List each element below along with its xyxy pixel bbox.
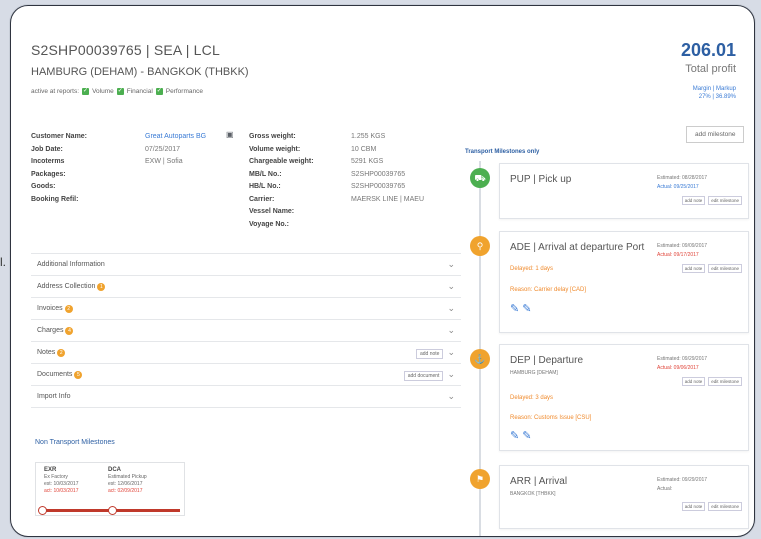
- transport-milestones-toggle[interactable]: Transport Milestones only: [465, 149, 539, 155]
- count-badge: 4: [65, 326, 74, 335]
- location-pin-icon: ⚲: [470, 236, 490, 256]
- shipment-route: HAMBURG (DEHAM) - BANGKOK (THBKK): [31, 66, 249, 78]
- reason-text: Reason: Carrier delay [CAD]: [510, 287, 587, 293]
- ntm-dot: [38, 506, 47, 515]
- checkbox-icon[interactable]: ✓: [116, 88, 124, 95]
- side-fragment: l.: [0, 255, 6, 269]
- details-left-values: Great Autoparts BG 07/25/2017 EXW | Sofia: [145, 131, 225, 169]
- chevron-down-icon: ⌄: [447, 325, 455, 335]
- milestone-title: ADE | Arrival at departure Port: [510, 242, 645, 253]
- accordion-additional-info[interactable]: Additional Information ⌄: [31, 253, 461, 276]
- ntm-item-1[interactable]: EXR Ex Factory est: 10/03/2017 act: 10/03/…: [44, 467, 78, 495]
- customer-link[interactable]: Great Autoparts BG: [145, 131, 225, 144]
- add-document-button[interactable]: add document: [403, 371, 444, 381]
- count-badge: 5: [74, 370, 83, 379]
- milestone-title: ARR | Arrival: [510, 476, 568, 487]
- add-milestone-button[interactable]: add milestone: [686, 126, 745, 143]
- add-note-button[interactable]: add note: [415, 349, 444, 359]
- milestone-card-dep: DEP | Departure HAMBURG [DEHAM] Delayed:…: [499, 344, 749, 451]
- edit-icon[interactable]: ✎ ✎: [510, 302, 532, 315]
- delay-text: Delayed: 3 days: [510, 395, 554, 401]
- milestone-sub: HAMBURG [DEHAM]: [510, 370, 558, 376]
- count-badge: 2: [64, 304, 73, 313]
- active-reports-label: active at reports:: [31, 88, 80, 95]
- add-note-button[interactable]: add note: [681, 502, 706, 511]
- accordion-charges[interactable]: Charges 4 ⌄: [31, 319, 461, 342]
- milestone-card-arr: ARR | Arrival BANGKOK [THBKK] Estimated:…: [499, 465, 749, 529]
- report-volume: Volume: [92, 88, 114, 95]
- count-badge: 1: [97, 282, 106, 291]
- checkbox-icon[interactable]: ✓: [82, 88, 90, 95]
- accordion-address-collection[interactable]: Address Collection 1 ⌄: [31, 275, 461, 298]
- truck-icon: ⛟: [470, 168, 490, 188]
- milestone-dates: Estimated: 08/28/2017 Actual: 09/25/2017: [657, 175, 708, 190]
- details-right-labels: Gross weight: Volume weight: Chargeable we…: [249, 133, 314, 228]
- chevron-down-icon: ⌄: [447, 303, 455, 313]
- chevron-down-icon: ⌄: [447, 369, 455, 379]
- add-note-button[interactable]: add note: [681, 264, 706, 273]
- profit-value: 206.01: [680, 40, 736, 60]
- checkbox-icon[interactable]: ✓: [155, 88, 163, 95]
- non-transport-box: EXR Ex Factory est: 10/03/2017 act: 10/03/…: [35, 462, 185, 516]
- edit-milestone-button[interactable]: edit milestone: [708, 196, 742, 205]
- reason-text: Reason: Customs Issue [CSU]: [510, 415, 592, 421]
- edit-milestone-button[interactable]: edit milestone: [708, 502, 742, 511]
- profit-label: Total profit: [685, 63, 736, 75]
- details-right-values: 1.255 KGS 10 CBM 5291 KGS S2SHP00039765 S2SH…: [351, 133, 425, 203]
- chevron-down-icon: ⌄: [447, 281, 455, 291]
- anchor-icon: ⚓: [470, 349, 490, 369]
- add-note-button[interactable]: add note: [681, 196, 706, 205]
- accordion-import-info[interactable]: Import Info ⌄: [31, 385, 461, 408]
- milestone-title: DEP | Departure: [510, 355, 584, 366]
- milestone-sub: BANGKOK [THBKK]: [510, 491, 556, 497]
- shipment-title: S2SHP00039765 | SEA | LCL: [31, 42, 220, 58]
- ntm-item-2[interactable]: DCA Estimated Pickup est: 12/06/2017 act: …: [108, 467, 147, 495]
- delay-text: Delayed: 1 days: [510, 266, 554, 272]
- chevron-down-icon: ⌄: [447, 259, 455, 269]
- accordion-notes[interactable]: Notes 2 add note ⌄: [31, 341, 461, 364]
- add-note-button[interactable]: add note: [681, 377, 706, 386]
- accordion-list: Additional Information ⌄ Address Collecti…: [31, 253, 461, 408]
- edit-milestone-button[interactable]: edit milestone: [708, 377, 742, 386]
- details-left-labels: Customer Name: Job Date: Incoterms Packages…: [31, 133, 88, 203]
- edit-icon[interactable]: ✎ ✎: [510, 429, 532, 442]
- edit-milestone-button[interactable]: edit milestone: [708, 264, 742, 273]
- profit-box: 206.01 Total profit Margin | Markup 27% |…: [681, 40, 736, 101]
- chevron-down-icon: ⌄: [447, 391, 455, 401]
- report-performance: Performance: [165, 88, 203, 95]
- margin-markup-link[interactable]: Margin | Markup 27% | 36.89%: [681, 85, 736, 101]
- accordion-invoices[interactable]: Invoices 2 ⌄: [31, 297, 461, 320]
- milestone-dates: Estimated: 09/29/2017 Actual: 09/06/2017: [657, 356, 708, 371]
- shipment-card: S2SHP00039765 | SEA | LCL HAMBURG (DEHAM…: [10, 5, 755, 537]
- chevron-down-icon: ⌄: [447, 347, 455, 357]
- milestone-dates: Estimated: 09/29/2017 Actual:: [657, 477, 708, 492]
- copy-icon[interactable]: ▣: [226, 129, 234, 142]
- active-reports: active at reports: ✓ Volume ✓ Financial ✓ P…: [31, 88, 203, 95]
- non-transport-title[interactable]: Non Transport Milestones: [35, 439, 115, 446]
- count-badge: 2: [57, 348, 66, 357]
- milestone-card-ade: ADE | Arrival at departure Port Delayed:…: [499, 231, 749, 333]
- accordion-documents[interactable]: Documents 5 add document ⌄: [31, 363, 461, 386]
- milestone-card-pup: PUP | Pick up Estimated: 08/28/2017 Actua…: [499, 163, 749, 219]
- ntm-dot: [108, 506, 117, 515]
- milestone-title: PUP | Pick up: [510, 174, 572, 185]
- report-financial: Financial: [126, 88, 153, 95]
- flag-icon: ⚑: [470, 469, 490, 489]
- milestone-dates: Estimated: 09/09/2017 Actual: 09/17/2017: [657, 243, 708, 258]
